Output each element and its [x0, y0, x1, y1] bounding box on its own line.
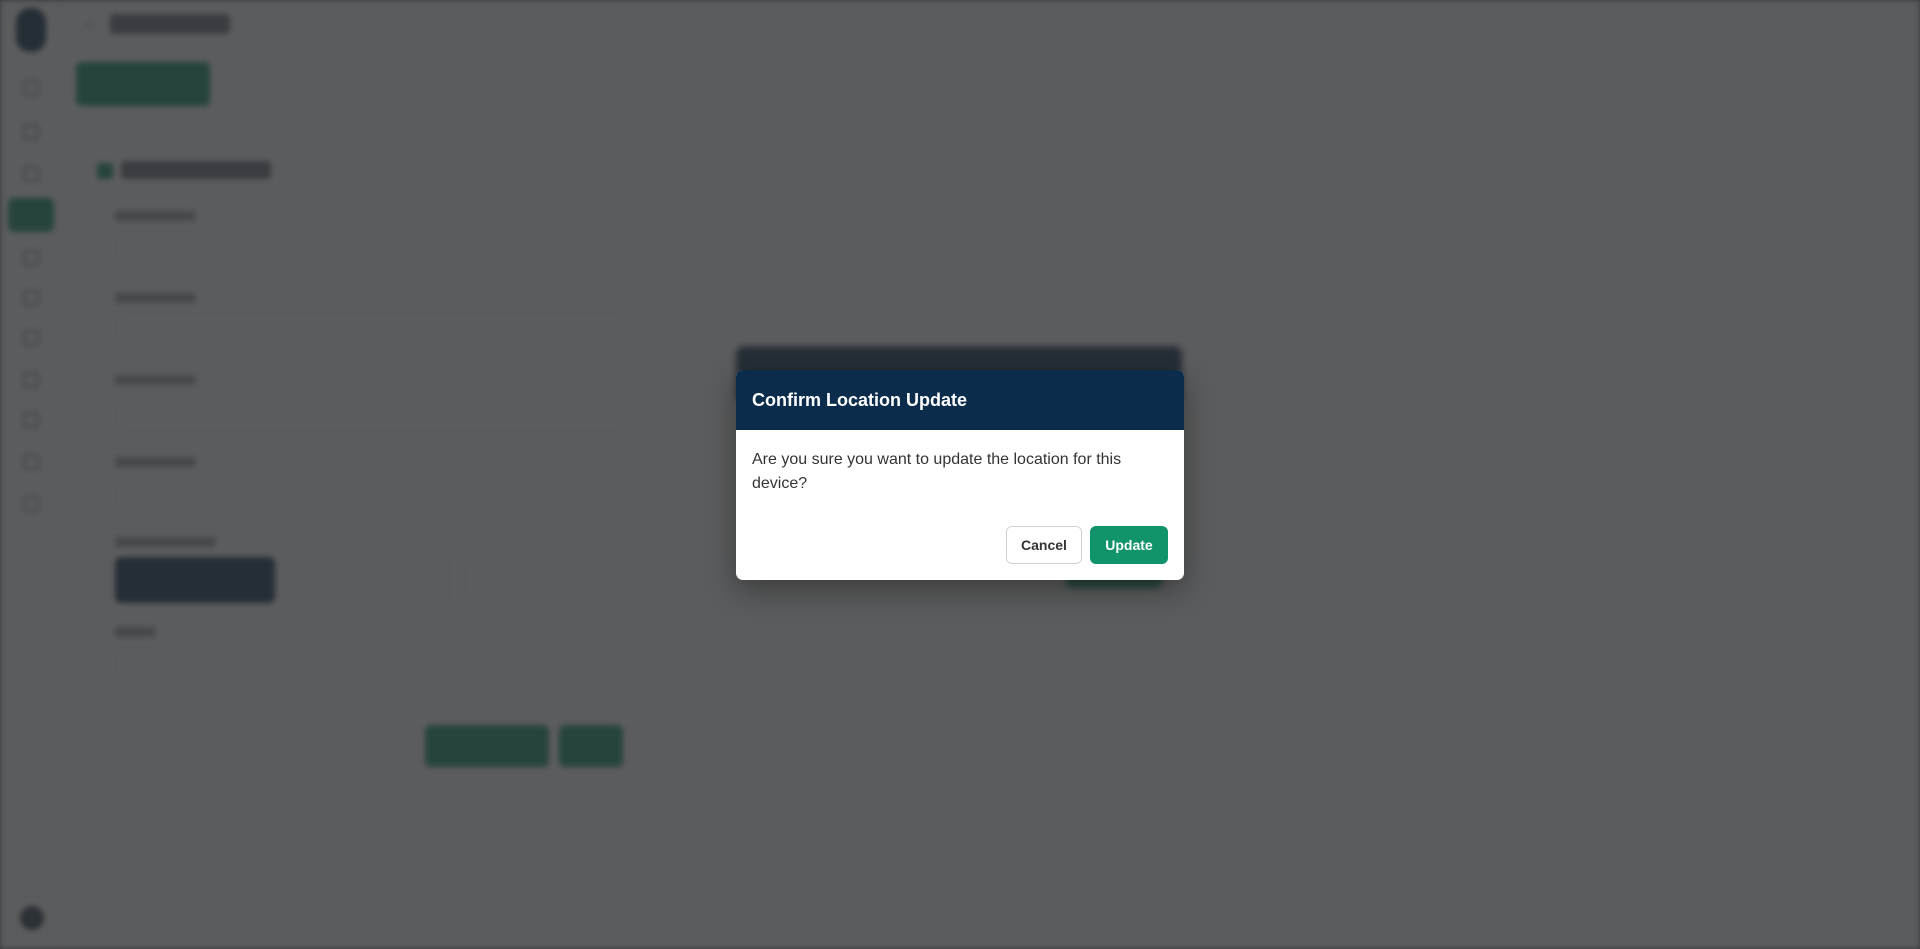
- confirm-location-dialog: Confirm Location Update Are you sure you…: [736, 370, 1184, 580]
- dialog-title: Confirm Location Update: [752, 390, 967, 410]
- dialog-header: Confirm Location Update: [736, 370, 1184, 430]
- cancel-button[interactable]: Cancel: [1006, 526, 1082, 564]
- update-button[interactable]: Update: [1090, 526, 1168, 564]
- dialog-message: Are you sure you want to update the loca…: [752, 451, 1122, 492]
